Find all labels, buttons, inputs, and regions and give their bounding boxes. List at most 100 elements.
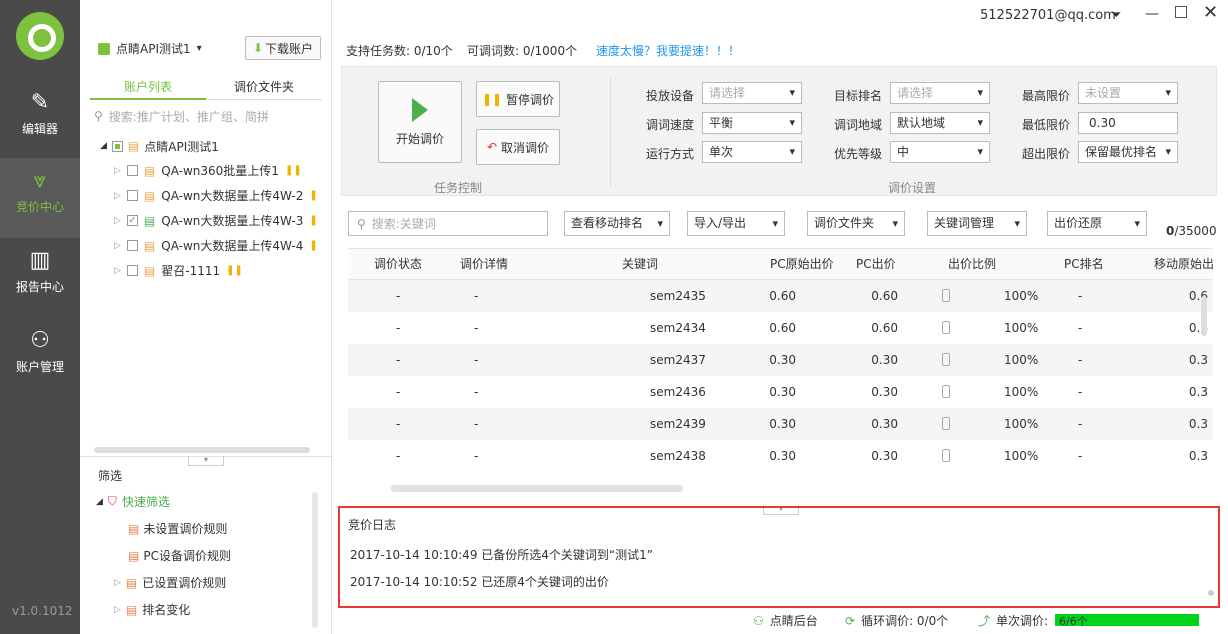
start-bid-button[interactable]: 开始调价 — [378, 81, 462, 163]
log-entry: 2017-10-14 10:10:49 已备份所选4个关键词到“测试1” — [350, 548, 653, 562]
table-cell: 100% — [1004, 353, 1039, 367]
price-folder-button[interactable]: 调价文件夹 — [807, 211, 905, 236]
splitter-toggle[interactable]: ▾ — [188, 456, 224, 466]
checkbox-checked[interactable]: ✓ — [126, 215, 138, 226]
import-export-button[interactable]: 导入/导出 — [687, 211, 785, 236]
region-select[interactable]: 默认地域 — [890, 112, 990, 134]
speed-up-link[interactable]: 速度太慢？我要提速！！！ — [596, 42, 740, 59]
table-cell: sem2439 — [650, 417, 706, 431]
tree-item-label: QA-wn大数据量上传4W-2 — [161, 189, 304, 203]
tree-item[interactable]: ▷ ✓ ▤ QA-wn大数据量上传4W-3 ❚ — [114, 212, 318, 229]
table-cell: - — [474, 321, 479, 335]
keyword-manage-button[interactable]: 关键词管理 — [927, 211, 1027, 236]
tree-item[interactable]: ▷ ▤ QA-wn大数据量上传4W-2 ❚ — [114, 187, 318, 204]
maximize-icon[interactable] — [1175, 6, 1187, 18]
table-horizontal-scrollbar[interactable] — [391, 485, 683, 492]
min-price-label: 最低限价 — [1022, 118, 1071, 132]
max-price-input[interactable]: 未设置 — [1078, 82, 1178, 104]
column-header[interactable]: 调价详情 — [460, 249, 508, 279]
keyword-search-placeholder: 搜索:关键词 — [371, 217, 436, 231]
filter-item-label: 已设置调价规则 — [142, 576, 227, 590]
sidebar-item-editor[interactable]: ✎ 编辑器 — [0, 80, 80, 160]
expand-icon: ▷ — [114, 190, 121, 201]
table-row[interactable]: - - sem2437 0.30 0.30 100% - 0.3 — [348, 344, 1213, 376]
vertical-scrollbar[interactable] — [312, 492, 318, 628]
table-cell: 100% — [1004, 289, 1039, 303]
filter-item-label: PC设备调价规则 — [143, 549, 231, 563]
speed-select[interactable]: 平衡 — [702, 112, 802, 134]
over-limit-select[interactable]: 保留最优排名 — [1078, 141, 1178, 163]
table-cell: 0.3 — [1188, 449, 1208, 463]
priority-select[interactable]: 中 — [890, 141, 990, 163]
table-cell: - — [474, 417, 479, 431]
backend-link[interactable]: ⚇ 点睛后台 — [753, 612, 818, 629]
close-icon[interactable]: ✕ — [1203, 2, 1218, 23]
tree-item[interactable]: ▷ ▤ QA-wn大数据量上传4W-4 ❚ — [114, 237, 318, 254]
loop-bid-label: 循环调价: 0/0个 — [861, 614, 949, 628]
single-bid-value: 6/6个 — [1059, 615, 1088, 628]
table-vertical-scrollbar[interactable] — [1201, 296, 1207, 336]
view-mobile-rank-button[interactable]: 查看移动排名 — [564, 211, 670, 236]
table-cell: - — [396, 385, 401, 399]
column-header[interactable]: PC排名 — [1064, 249, 1104, 279]
account-selector[interactable]: 点睛API测试1 ▾ — [98, 40, 202, 57]
tree-search[interactable]: ⚲ 搜索:推广计划、推广组、简拼 — [94, 106, 324, 126]
campaign-icon: ▤ — [143, 163, 156, 178]
download-account-button[interactable]: ⬇ 下载账户 — [245, 36, 321, 60]
tree-item[interactable]: ▷ ▤ 翟召-1111 ❚❚ — [114, 262, 243, 279]
checkbox[interactable] — [126, 190, 138, 201]
sidebar-item-report[interactable]: ▥ 报告中心 — [0, 238, 80, 318]
device-label: 投放设备 — [646, 89, 695, 103]
checkbox-partial[interactable] — [111, 140, 123, 152]
horizontal-scrollbar[interactable] — [94, 447, 310, 453]
pause-bid-label: 暂停调价 — [506, 92, 555, 107]
dropdown-icon[interactable]: ⏷ — [1111, 8, 1121, 23]
checkbox[interactable] — [126, 165, 138, 176]
device-select[interactable]: 请选择 — [702, 82, 802, 104]
tab-account-list[interactable]: 账户列表 — [90, 76, 206, 100]
table-row[interactable]: - - sem2438 0.30 0.30 100% - 0.3 — [348, 440, 1213, 472]
keyword-search-input[interactable]: ⚲ 搜索:关键词 — [348, 211, 548, 236]
single-bid-label: 单次调价: — [996, 614, 1049, 628]
sidebar-item-account[interactable]: ⚇ 账户管理 — [0, 318, 80, 398]
filter-item[interactable]: ▷ ▤ 排名变化 — [114, 601, 190, 618]
filter-item[interactable]: ▷ ▤ 已设置调价规则 — [114, 574, 226, 591]
column-header[interactable]: 出价比例 — [948, 249, 996, 279]
pause-bid-button[interactable]: ❚❚ 暂停调价 — [476, 81, 560, 117]
tree-root[interactable]: ◢ ▤ 点睛API测试1 — [100, 138, 219, 154]
table-cell: 0.60 — [871, 289, 898, 303]
column-header[interactable]: PC原始出价 — [770, 249, 834, 279]
single-bid-progress: 6/6个 — [1055, 614, 1199, 628]
checkbox[interactable] — [126, 265, 138, 276]
column-header[interactable]: 关键词 — [622, 249, 658, 279]
quick-filter[interactable]: ◢ ⛉ 快速筛选 — [96, 493, 170, 510]
column-header[interactable]: 移动原始出 — [1154, 249, 1214, 279]
table-row[interactable]: - - sem2434 0.60 0.60 100% -0.6 — [348, 312, 1213, 344]
checkbox[interactable] — [126, 240, 138, 251]
sidebar-item-bid-center[interactable]: ⩔ 竞价中心 — [0, 158, 80, 238]
tree-item[interactable]: ▷ ▤ QA-wn360批量上传1 ❚❚ — [114, 162, 302, 179]
target-rank-select[interactable]: 请选择 — [890, 82, 990, 104]
table-cell: - — [1078, 417, 1083, 431]
table-row[interactable]: - - sem2435 0.60 0.60 100% -0.6 — [348, 280, 1213, 312]
cancel-bid-button[interactable]: ↶ 取消调价 — [476, 129, 560, 165]
log-scroll-thumb[interactable] — [1208, 590, 1214, 596]
column-header[interactable]: 调价状态 — [374, 249, 422, 279]
table-cell: 0.3 — [1188, 417, 1208, 431]
start-bid-label: 开始调价 — [395, 131, 444, 146]
paused-icon: ❚ — [309, 190, 318, 201]
loop-icon: ⟳ — [845, 613, 856, 628]
min-price-input[interactable]: 0.30 — [1078, 112, 1178, 134]
tab-price-folder[interactable]: 调价文件夹 — [206, 76, 322, 100]
filter-item[interactable]: ▤ 未设置调价规则 — [128, 520, 227, 537]
mode-select[interactable]: 单次 — [702, 141, 802, 163]
expand-icon: ▷ — [114, 604, 121, 615]
bid-restore-button[interactable]: 出价还原 — [1047, 211, 1147, 236]
table-row[interactable]: - - sem2436 0.30 0.30 100% - 0.3 — [348, 376, 1213, 408]
mobile-icon — [942, 321, 950, 334]
table-row[interactable]: - - sem2439 0.30 0.30 100% - 0.3 — [348, 408, 1213, 440]
filter-item[interactable]: ▤ PC设备调价规则 — [128, 547, 231, 564]
minimize-icon[interactable]: — — [1145, 6, 1159, 22]
column-header[interactable]: PC出价 — [856, 249, 896, 279]
expand-icon: ▷ — [114, 165, 121, 176]
